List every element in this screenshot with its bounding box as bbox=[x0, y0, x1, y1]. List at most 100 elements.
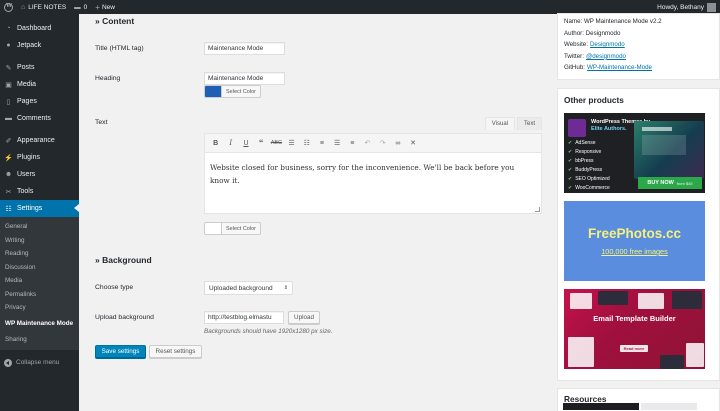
email-template-builder-ad[interactable]: Email Template Builder Read more bbox=[564, 289, 705, 369]
other-products-title: Other products bbox=[564, 95, 624, 105]
select-color-label: Select Color bbox=[226, 88, 256, 95]
undo-icon[interactable]: ↶ bbox=[360, 136, 375, 151]
background-type-select[interactable]: Uploaded background ⇕ bbox=[204, 281, 293, 295]
freephotos-title: FreePhotos.cc bbox=[587, 226, 682, 241]
underline-icon[interactable]: U bbox=[238, 136, 253, 151]
wp-logo-menu[interactable] bbox=[0, 0, 17, 14]
menu-label: Appearance bbox=[17, 137, 55, 144]
submenu-item-privacy[interactable]: Privacy bbox=[0, 301, 79, 315]
howdy-text: Howdy, Bethany bbox=[657, 3, 704, 11]
menu-item-jetpack[interactable]: ● Jetpack bbox=[0, 37, 79, 54]
check-icon: ✔ bbox=[568, 185, 573, 191]
check-icon: ✔ bbox=[568, 176, 573, 182]
select-color-label: Select Color bbox=[226, 225, 256, 232]
site-name-menu[interactable]: ⌂ LIFE NOTES bbox=[17, 0, 70, 14]
menu-label: Settings bbox=[17, 205, 43, 212]
align-center-icon[interactable]: ☰ bbox=[330, 136, 345, 151]
align-left-icon[interactable]: ≡ bbox=[314, 136, 329, 151]
themes-ad-heading-b: Elite Authors. bbox=[591, 126, 627, 132]
italic-icon[interactable]: I bbox=[223, 136, 238, 151]
heading-input[interactable]: Maintenance Mode bbox=[204, 72, 285, 85]
comments-menu[interactable]: ▬ 0 bbox=[70, 0, 91, 14]
user-icon: ☻ bbox=[4, 171, 13, 178]
plus-icon: + bbox=[95, 2, 100, 12]
menu-item-tools[interactable]: ✂ Tools bbox=[0, 183, 79, 200]
text-editor: Visual Text B I U “ ABC ☰ ☷ ≡ ☰ ≡ ↶ ↷ ∞ … bbox=[204, 117, 542, 214]
menu-item-media[interactable]: ▣ Media bbox=[0, 76, 79, 93]
blockquote-icon[interactable]: “ bbox=[254, 136, 269, 151]
avatar bbox=[707, 2, 716, 12]
menu-item-users[interactable]: ☻ Users bbox=[0, 166, 79, 183]
tab-text[interactable]: Text bbox=[516, 117, 542, 130]
admin-bar: ⌂ LIFE NOTES ▬ 0 + New Howdy, Bethany bbox=[0, 0, 720, 14]
new-content-menu[interactable]: + New bbox=[91, 0, 119, 14]
heading-color-picker[interactable]: Select Color bbox=[204, 85, 261, 98]
submenu-item-general[interactable]: General bbox=[0, 220, 79, 234]
website-link[interactable]: Designmodo bbox=[590, 41, 625, 48]
strikethrough-icon[interactable]: ABC bbox=[269, 136, 284, 151]
github-link[interactable]: WP-Maintenance-Mode bbox=[587, 64, 652, 71]
feature-label: Responsive bbox=[575, 149, 602, 155]
template-preview-card bbox=[568, 337, 594, 367]
title-tag-input[interactable]: Maintenance Mode bbox=[204, 42, 285, 55]
fullscreen-icon[interactable]: ✕ bbox=[405, 136, 420, 151]
wordpress-themes-ad[interactable]: WordPress Themes by Elite Authors. ✔ AdSe… bbox=[564, 113, 705, 193]
submenu-item-media[interactable]: Media bbox=[0, 274, 79, 288]
plugin-author: Author: Designmodo bbox=[564, 29, 621, 37]
bold-icon[interactable]: B bbox=[208, 136, 223, 151]
tab-visual[interactable]: Visual bbox=[484, 117, 515, 130]
editor-content[interactable]: Website closed for business, sorry for t… bbox=[205, 153, 541, 195]
submenu-item-discussion[interactable]: Discussion bbox=[0, 261, 79, 275]
submenu-item-wp-maintenance-mode[interactable]: WP Maintenance Mode bbox=[0, 315, 79, 333]
upload-button[interactable]: Upload bbox=[288, 311, 320, 324]
my-account-menu[interactable]: Howdy, Bethany bbox=[653, 0, 720, 14]
align-right-icon[interactable]: ≡ bbox=[345, 136, 360, 151]
menu-item-pages[interactable]: ▯ Pages bbox=[0, 93, 79, 110]
settings-form: » Content Title (HTML tag) Maintenance M… bbox=[79, 14, 549, 411]
settings-icon: ☷ bbox=[5, 205, 12, 213]
menu-item-comments[interactable]: ▬ Comments bbox=[0, 110, 79, 127]
buy-now-label: BUY NOW bbox=[647, 180, 674, 186]
buy-now-button[interactable]: BUY NOW from $45 bbox=[638, 177, 702, 189]
menu-label: Media bbox=[17, 81, 37, 88]
collapse-label: Collapse menu bbox=[16, 359, 60, 366]
submenu-item-writing[interactable]: Writing bbox=[0, 234, 79, 248]
text-label: Text bbox=[95, 119, 108, 126]
template-preview-card bbox=[660, 355, 684, 369]
upload-background-label: Upload background bbox=[95, 314, 154, 321]
numbered-list-icon[interactable]: ☷ bbox=[299, 136, 314, 151]
submenu-item-permalinks[interactable]: Permalinks bbox=[0, 288, 79, 302]
menu-item-posts[interactable]: ✎ Posts bbox=[0, 59, 79, 76]
feature-label: SEO Optimized bbox=[575, 176, 610, 182]
reset-settings-button[interactable]: Reset settings bbox=[149, 345, 202, 358]
freephotos-ad[interactable]: FreePhotos.cc 100,000 free images bbox=[564, 201, 705, 281]
menu-item-dashboard[interactable]: ◔ Dashboard bbox=[0, 20, 79, 37]
menu-item-appearance[interactable]: ✐ Appearance bbox=[0, 132, 79, 149]
read-more-button[interactable]: Read more bbox=[620, 345, 648, 352]
redo-icon[interactable]: ↷ bbox=[375, 136, 390, 151]
twitter-link[interactable]: @designmodo bbox=[586, 53, 626, 60]
select-arrows-icon: ⇕ bbox=[283, 285, 288, 291]
menu-item-plugins[interactable]: ⚡ Plugins bbox=[0, 149, 79, 166]
check-icon: ✔ bbox=[568, 167, 573, 173]
link-icon[interactable]: ∞ bbox=[390, 136, 405, 151]
submenu-item-reading[interactable]: Reading bbox=[0, 247, 79, 261]
submenu-item-sharing[interactable]: Sharing bbox=[0, 333, 79, 347]
website-prefix: Website: bbox=[564, 41, 588, 49]
twitter-prefix: Twitter: bbox=[564, 52, 584, 60]
resource-thumbnail[interactable] bbox=[641, 403, 697, 410]
resize-handle-icon[interactable] bbox=[535, 207, 540, 212]
bulleted-list-icon[interactable]: ☰ bbox=[284, 136, 299, 151]
background-section-title: » Background bbox=[95, 255, 152, 265]
save-settings-button[interactable]: Save settings bbox=[95, 345, 146, 358]
menu-label: Posts bbox=[17, 64, 35, 71]
text-color-picker[interactable]: Select Color bbox=[204, 222, 261, 235]
text-color-swatch bbox=[205, 223, 222, 234]
home-icon: ⌂ bbox=[21, 3, 26, 11]
menu-label: Jetpack bbox=[17, 42, 42, 49]
menu-item-settings[interactable]: ☷ Settings bbox=[0, 200, 79, 217]
editor-tabs: Visual Text bbox=[483, 117, 542, 130]
resource-thumbnail[interactable] bbox=[563, 403, 639, 410]
upload-background-input[interactable]: http://testblog.elmastu bbox=[204, 311, 284, 324]
collapse-menu-button[interactable]: Collapse menu bbox=[0, 354, 79, 371]
